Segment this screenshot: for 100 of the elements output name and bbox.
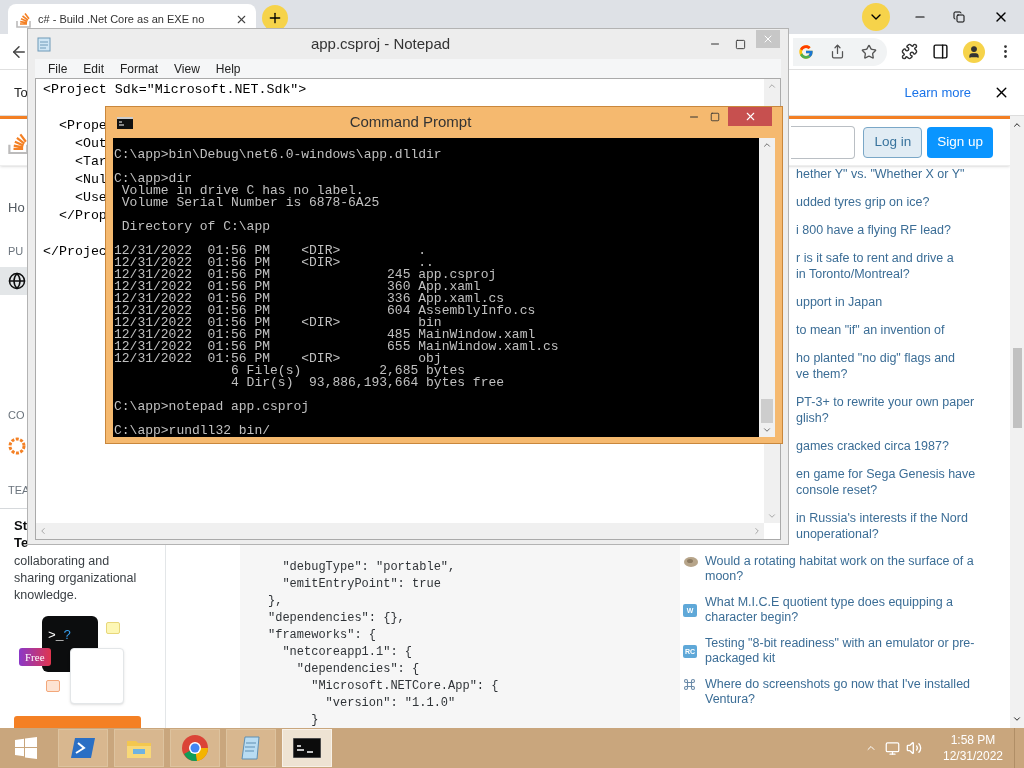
question-link[interactable]: Testing "8-bit readiness" with an emulator or pre-packaged kit (705, 636, 980, 666)
code-line: "dependencies": { (295, 661, 420, 678)
planet-icon (683, 555, 699, 569)
console-line: 12/31/2022 01:56 PM <DIR> bin (114, 317, 442, 329)
speech-bubble-icon (46, 680, 60, 692)
card-title: Te (14, 534, 29, 551)
scroll-down-icon[interactable] (762, 425, 772, 435)
console-icon (293, 738, 321, 758)
scroll-right-icon[interactable] (752, 526, 762, 536)
share-icon[interactable] (830, 44, 845, 59)
question-link[interactable]: PT-3+ to rewrite your own paper glish? (796, 394, 975, 427)
prompt-text: >_? (48, 628, 72, 643)
maximize-icon[interactable] (735, 38, 746, 50)
question-link[interactable]: to mean "if" an invention of (796, 322, 945, 339)
console-line: 4 Dir(s) 93,886,193,664 bytes free (230, 377, 505, 389)
info-bar-text: To (14, 83, 28, 102)
question-link[interactable]: Where do screenshots go now that I've installed Ventura? (705, 677, 980, 707)
question-link[interactable]: games cracked circa 1987? (796, 438, 949, 455)
console-line: 12/31/2022 01:56 PM 655 MainWindow.xaml.cs (114, 341, 559, 353)
address-bar[interactable] (793, 37, 887, 66)
code-line: "version": "1.1.0" (324, 695, 456, 712)
console-line: 12/31/2022 01:56 PM <DIR> obj (114, 353, 442, 365)
home-link[interactable]: Ho (8, 198, 25, 218)
scroll-up-icon[interactable] (762, 140, 772, 150)
console-icon (117, 116, 133, 129)
notepad-icon (36, 36, 52, 52)
question-link[interactable]: hether Y" vs. "Whether X or Y" (796, 166, 965, 183)
window-title: app.csproj - Notepad (309, 33, 452, 54)
question-link[interactable]: Would a rotating habitat work on the surface of a moon? (705, 554, 980, 584)
console-line: 12/31/2022 01:56 PM 336 App.xaml.cs (114, 293, 505, 305)
question-link[interactable]: en game for Sega Genesis have console reset? (796, 466, 976, 499)
scrollbar-thumb[interactable] (1012, 348, 1022, 428)
menu-item[interactable]: Help (215, 59, 241, 78)
scroll-left-icon[interactable] (38, 526, 48, 536)
card-title: St (14, 517, 27, 534)
console-line: C:\app>notepad app.csproj (114, 401, 310, 413)
menu-item[interactable]: File (48, 59, 68, 78)
log-in-button[interactable]: Log in (863, 126, 923, 158)
code-line: "Microsoft.NETCore.App": { (310, 678, 499, 695)
text-line: </Prop (57, 207, 107, 225)
window-title: Command Prompt (348, 112, 473, 133)
google-icon[interactable] (798, 43, 814, 60)
console-line: Volume Serial Number is 6878-6A25 (120, 197, 380, 209)
menu-item[interactable]: Edit (83, 59, 105, 78)
menu-item[interactable]: View (174, 59, 200, 78)
code-line: "dependencies": {}, (268, 610, 405, 627)
close-button[interactable] (756, 30, 780, 48)
page-scrollbar[interactable] (1010, 116, 1024, 728)
side-panel-icon[interactable] (932, 43, 949, 60)
extensions-icon[interactable] (901, 43, 918, 60)
question-link[interactable]: What M.I.C.E quotient type does equipping a character begin? (705, 595, 980, 625)
globe-icon (8, 272, 26, 290)
question-link[interactable]: ho planted "no dig" flags and ve them? (796, 350, 955, 383)
tab-search-button[interactable] (862, 3, 890, 31)
profile-avatar[interactable] (963, 40, 985, 63)
console-line: Volume in drive C has no label. (121, 185, 364, 197)
learn-more-link[interactable]: Learn more (904, 82, 971, 103)
loop-symbol-icon (683, 678, 696, 691)
code-line: }, (268, 593, 283, 610)
question-link[interactable]: r is it safe to rent and drive a in Toronto/Montreal? (796, 250, 954, 283)
bookmark-star-icon[interactable] (861, 43, 877, 60)
close-button[interactable] (728, 107, 772, 126)
sign-up-button[interactable]: Sign up (927, 126, 993, 158)
powershell-icon (70, 736, 96, 760)
clock-date: 12/31/2022 (942, 748, 1004, 764)
section-heading: PU (8, 243, 24, 259)
console-line: 12/31/2022 01:56 PM 245 app.csproj (114, 269, 497, 281)
nav-item[interactable] (0, 267, 27, 295)
console-line: C:\app>dir (114, 173, 192, 185)
code-line: "frameworks": { (268, 627, 377, 644)
windows-logo-icon (15, 737, 37, 759)
scrollbar-thumb[interactable] (761, 399, 773, 423)
text-line: <Tar (73, 153, 107, 171)
new-tab-button[interactable] (262, 5, 288, 31)
scroll-up-icon[interactable] (1012, 120, 1022, 130)
text-line: </Projec (43, 243, 107, 261)
question-link[interactable]: i 800 have a flying RF lead? (796, 222, 951, 239)
question-link[interactable]: upport in Japan (796, 294, 883, 311)
speech-bubble-icon (106, 622, 120, 634)
text-line: <Use (73, 189, 107, 207)
free-badge: Free (19, 648, 51, 666)
close-icon (762, 33, 774, 45)
question-link[interactable]: in Russia's interests if the Nord unoperational? (796, 510, 968, 543)
text-line: <Nul (73, 171, 107, 189)
console-line: 12/31/2022 01:56 PM <DIR> . (114, 245, 427, 257)
console-line: Directory of C:\app (120, 221, 271, 233)
network-icon[interactable] (885, 740, 900, 756)
volume-icon[interactable] (906, 740, 922, 756)
menu-item[interactable]: Format (120, 59, 159, 78)
question-link[interactable]: udded tyres grip on ice? (796, 194, 930, 211)
maximize-icon[interactable] (710, 111, 720, 122)
tab-title: c# - Build .Net Core as an EXE no (38, 11, 206, 27)
scroll-down-icon[interactable] (1012, 714, 1022, 724)
chrome-icon (181, 734, 209, 762)
restore-icon[interactable] (953, 11, 965, 23)
search-field[interactable] (791, 125, 856, 159)
console-line: C:\app>bin\Debug\net6.0-windows\app.dlldir (114, 149, 442, 161)
card-text: collaborating and sharing organizational knowledge. (14, 553, 138, 604)
code-line: "netcoreapp1.1": { (281, 644, 413, 661)
console-line: 12/31/2022 01:56 PM 360 App.xaml (114, 281, 481, 293)
